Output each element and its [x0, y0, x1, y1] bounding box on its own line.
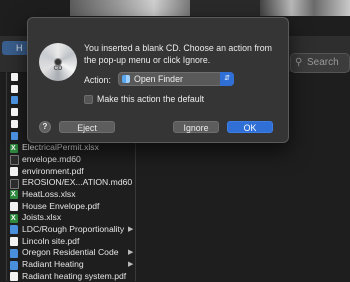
file-row[interactable]: ElectricalPermit.xlsx — [0, 142, 140, 154]
finder-icon — [122, 75, 130, 83]
file-name: Radiant heating system.pdf — [22, 270, 127, 281]
ok-button[interactable]: OK — [227, 121, 273, 133]
file-name: House Envelope.pdf — [22, 200, 100, 211]
document-icon — [10, 237, 18, 247]
action-popup-value: Open Finder — [134, 74, 183, 84]
spreadsheet-icon — [10, 143, 18, 154]
search-icon: ⚲ — [295, 57, 303, 68]
document-icon — [10, 167, 18, 176]
action-label: Action: — [84, 75, 111, 85]
eject-button[interactable]: Eject — [59, 121, 115, 133]
file-row[interactable]: EROSION/EX...ATION.md60 — [0, 177, 140, 189]
file-name: LDC/Rough Proportionality — [22, 223, 125, 234]
search-placeholder: Search — [307, 57, 339, 68]
default-action-checkbox[interactable] — [84, 95, 93, 104]
file-name: environment.pdf — [22, 165, 84, 176]
spreadsheet-icon — [10, 213, 18, 224]
file-row[interactable]: Lincoln site.pdf — [0, 236, 140, 248]
background-photo-strip — [70, 0, 350, 16]
document-icon — [10, 202, 18, 212]
folder-icon — [10, 260, 18, 270]
file-icon — [11, 96, 18, 105]
file-row[interactable]: Radiant heating system.pdf — [0, 271, 140, 282]
file-name: Radiant Heating — [22, 259, 84, 269]
ignore-button[interactable]: Ignore — [173, 121, 219, 133]
file-icon — [11, 131, 18, 140]
path-bar-label: H — [16, 43, 23, 53]
background-photo — [70, 0, 190, 16]
chevron-right-icon: ▶ — [128, 225, 134, 233]
file-row[interactable]: House Envelope.pdf — [0, 201, 140, 213]
model-file-icon — [10, 178, 19, 189]
spreadsheet-icon — [10, 189, 18, 201]
folder-icon — [10, 225, 18, 235]
file-icon — [11, 73, 18, 81]
blank-cd-icon: CD — [39, 43, 77, 81]
file-row[interactable]: Joists.xlsx — [0, 212, 140, 224]
dialog-message: You inserted a blank CD. Choose an actio… — [84, 43, 272, 65]
file-row[interactable]: environment.pdf — [0, 166, 140, 178]
popup-arrows-icon: ⇵ — [220, 72, 234, 86]
file-name: HeatLoss.xlsx — [22, 188, 76, 199]
file-name: Lincoln site.pdf — [22, 235, 80, 246]
chevron-right-icon: ▶ — [128, 261, 134, 268]
action-popup-menu[interactable]: Open Finder ⇵ — [118, 72, 234, 86]
document-icon — [10, 272, 18, 282]
help-button[interactable]: ? — [39, 121, 51, 133]
cd-hole — [54, 58, 62, 66]
file-name: EROSION/EX...ATION.md60 — [22, 177, 133, 188]
default-action-label[interactable]: Make this action the default — [97, 93, 204, 105]
blank-cd-dialog: CD You inserted a blank CD. Choose an ac… — [27, 17, 289, 143]
folder-icon — [10, 248, 18, 258]
file-row[interactable]: Oregon Residential Code ▶ — [0, 247, 140, 259]
file-icon — [11, 84, 18, 93]
file-name: Joists.xlsx — [22, 212, 62, 223]
file-icon — [11, 119, 18, 128]
file-name: envelope.md60 — [22, 153, 81, 164]
file-row[interactable]: LDC/Rough Proportionality ▶ — [0, 224, 140, 236]
model-file-icon — [10, 155, 19, 166]
file-name: ElectricalPermit.xlsx — [22, 142, 99, 153]
file-row[interactable]: Radiant Heating ▶ — [0, 259, 140, 271]
background-photo — [260, 0, 350, 16]
file-row[interactable]: HeatLoss.xlsx — [0, 189, 140, 201]
file-icon — [11, 108, 18, 117]
cd-label: CD — [53, 66, 63, 72]
file-row[interactable]: envelope.md60 — [0, 154, 140, 166]
search-field[interactable]: ⚲ Search — [290, 53, 350, 73]
file-name: Oregon Residential Code — [22, 247, 119, 258]
chevron-right-icon: ▶ — [128, 249, 134, 257]
